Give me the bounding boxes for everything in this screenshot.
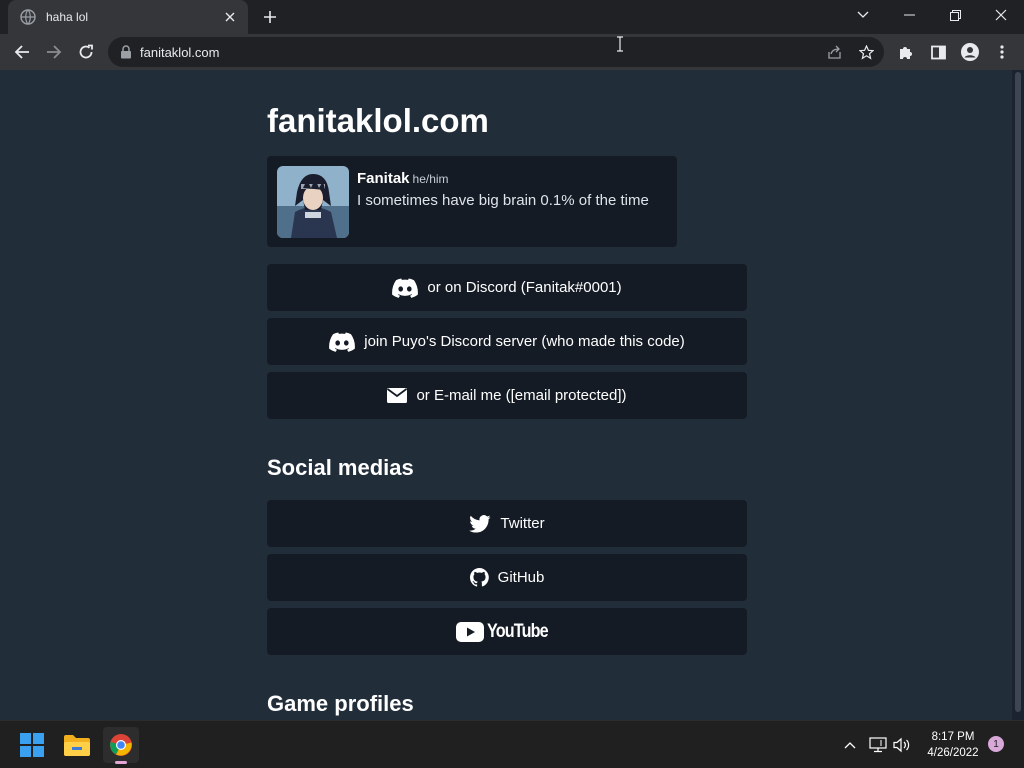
vertical-scrollbar[interactable] — [1012, 70, 1024, 720]
clock-time: 8:17 PM — [931, 731, 975, 743]
menu-kebab-icon[interactable] — [988, 38, 1016, 66]
youtube-label: YouTube — [486, 620, 549, 642]
side-panel-icon[interactable] — [924, 38, 952, 66]
profile-name: Fanitak he/him — [357, 170, 449, 187]
windows-taskbar: 8:17 PM 4/26/2022 — [0, 720, 1024, 768]
active-app-indicator — [115, 761, 127, 764]
social-medias-heading: Social medias — [267, 455, 414, 480]
tab-title: haha lol — [46, 10, 89, 24]
github-button[interactable]: GitHub — [267, 554, 747, 601]
github-icon — [469, 568, 489, 587]
tab-active[interactable]: haha lol — [8, 0, 248, 34]
folder-icon — [64, 735, 90, 756]
tab-search-icon[interactable] — [840, 0, 886, 30]
email-button[interactable]: or E-mail me ([email protected]) — [267, 372, 747, 419]
chrome-taskbar-button[interactable] — [103, 727, 139, 764]
profile-card: Fanitak he/him I sometimes have big brain… — [267, 156, 677, 247]
chrome-icon — [110, 734, 132, 756]
profile-pronouns: he/him — [412, 172, 449, 186]
discord-server-label: join Puyo's Discord server (who made thi… — [364, 333, 685, 350]
extensions-puzzle-icon[interactable] — [892, 38, 920, 66]
twitter-button[interactable]: Twitter — [267, 500, 747, 547]
network-icon[interactable] — [868, 735, 888, 755]
discord-icon — [392, 278, 419, 298]
page-title: fanitaklol.com — [267, 102, 489, 139]
mail-icon — [387, 388, 408, 403]
bookmark-star-icon[interactable] — [858, 44, 874, 60]
restore-button[interactable] — [932, 0, 978, 30]
game-profiles-heading: Game profiles — [267, 691, 414, 716]
new-tab-button[interactable] — [258, 6, 282, 28]
discord-server-button[interactable]: join Puyo's Discord server (who made thi… — [267, 318, 747, 365]
lock-icon[interactable] — [120, 45, 132, 59]
windows-logo-icon — [20, 733, 44, 757]
taskbar-clock[interactable]: 8:17 PM 4/26/2022 — [918, 729, 988, 761]
volume-icon[interactable] — [892, 735, 912, 755]
profile-username: Fanitak — [357, 170, 410, 187]
discord-contact-label: or on Discord (Fanitak#0001) — [427, 279, 622, 296]
reload-icon[interactable] — [72, 38, 100, 66]
share-icon[interactable] — [826, 44, 842, 60]
youtube-button[interactable]: YouTube — [267, 608, 747, 655]
text-cursor-icon — [617, 36, 623, 52]
start-button[interactable] — [14, 727, 50, 763]
globe-icon — [20, 9, 36, 25]
profile-bio: I sometimes have big brain 0.1% of the t… — [357, 192, 649, 209]
notification-badge[interactable]: 1 — [988, 736, 1004, 752]
twitter-label: Twitter — [500, 515, 545, 532]
page-viewport: fanitaklol.com Fanitak he/him I sometimes… — [0, 70, 1012, 720]
scrollbar-thumb[interactable] — [1015, 72, 1021, 712]
url-text: fanitaklol.com — [140, 44, 220, 60]
minimize-button[interactable] — [886, 0, 932, 30]
close-tab-icon[interactable] — [222, 9, 238, 25]
close-window-button[interactable] — [978, 0, 1024, 30]
discord-contact-button[interactable]: or on Discord (Fanitak#0001) — [267, 264, 747, 311]
chevron-up-icon[interactable] — [840, 735, 860, 755]
discord-icon — [329, 332, 356, 352]
profile-icon[interactable] — [956, 38, 984, 66]
address-bar[interactable]: fanitaklol.com — [108, 37, 884, 67]
clock-date: 4/26/2022 — [927, 747, 979, 759]
file-explorer-button[interactable] — [59, 727, 95, 763]
browser-toolbar: fanitaklol.com — [0, 34, 1024, 70]
email-label: or E-mail me ([email protected]) — [416, 387, 627, 404]
forward-arrow-icon[interactable] — [40, 38, 68, 66]
github-label: GitHub — [497, 569, 545, 586]
back-arrow-icon[interactable] — [8, 38, 36, 66]
twitter-icon — [469, 514, 491, 533]
avatar — [277, 166, 349, 238]
tab-strip: haha lol — [0, 0, 1024, 34]
youtube-logo: YouTube — [455, 620, 558, 643]
